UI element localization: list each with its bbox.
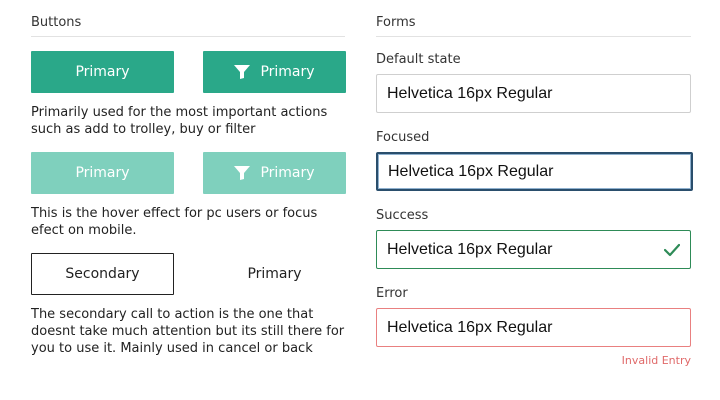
- forms-divider: [376, 36, 691, 37]
- buttons-section-title: Buttons: [31, 15, 82, 30]
- primary-hover-button-label: Primary: [75, 165, 130, 181]
- focused-input[interactable]: Helvetica 16px Regular: [376, 152, 693, 191]
- filter-icon: [234, 166, 251, 180]
- hover-description: This is the hover effect for pc users or…: [31, 206, 318, 238]
- success-field-label: Success: [376, 208, 429, 223]
- secondary-description: The secondary call to action is the one …: [31, 307, 345, 356]
- error-input[interactable]: Helvetica 16px Regular: [376, 308, 691, 347]
- check-icon: [664, 243, 680, 256]
- success-input-value: Helvetica 16px Regular: [387, 240, 553, 258]
- primary-filter-hover-button-label: Primary: [260, 165, 315, 181]
- buttons-divider: [31, 36, 345, 37]
- filter-icon: [234, 65, 251, 79]
- primary-button-label: Primary: [75, 64, 130, 80]
- primary-hover-button[interactable]: Primary: [31, 152, 174, 194]
- text-primary-button[interactable]: Primary: [203, 253, 346, 295]
- primary-filter-button-label: Primary: [260, 64, 315, 80]
- primary-description: Primarily used for the most important ac…: [31, 105, 328, 137]
- primary-filter-hover-button[interactable]: Primary: [203, 152, 346, 194]
- text-primary-button-label: Primary: [247, 266, 302, 282]
- error-input-value: Helvetica 16px Regular: [387, 318, 553, 336]
- error-field-label: Error: [376, 286, 408, 301]
- error-message: Invalid Entry: [621, 354, 691, 367]
- focused-field-label: Focused: [376, 130, 430, 145]
- primary-button[interactable]: Primary: [31, 51, 174, 93]
- success-input[interactable]: Helvetica 16px Regular: [376, 230, 691, 269]
- secondary-button-label: Secondary: [65, 266, 140, 282]
- primary-filter-button[interactable]: Primary: [203, 51, 346, 93]
- focused-input-value: Helvetica 16px Regular: [388, 162, 554, 180]
- secondary-button[interactable]: Secondary: [31, 253, 174, 295]
- default-input-value: Helvetica 16px Regular: [387, 84, 553, 102]
- default-input[interactable]: Helvetica 16px Regular: [376, 74, 691, 113]
- forms-section-title: Forms: [376, 15, 416, 30]
- default-field-label: Default state: [376, 52, 461, 67]
